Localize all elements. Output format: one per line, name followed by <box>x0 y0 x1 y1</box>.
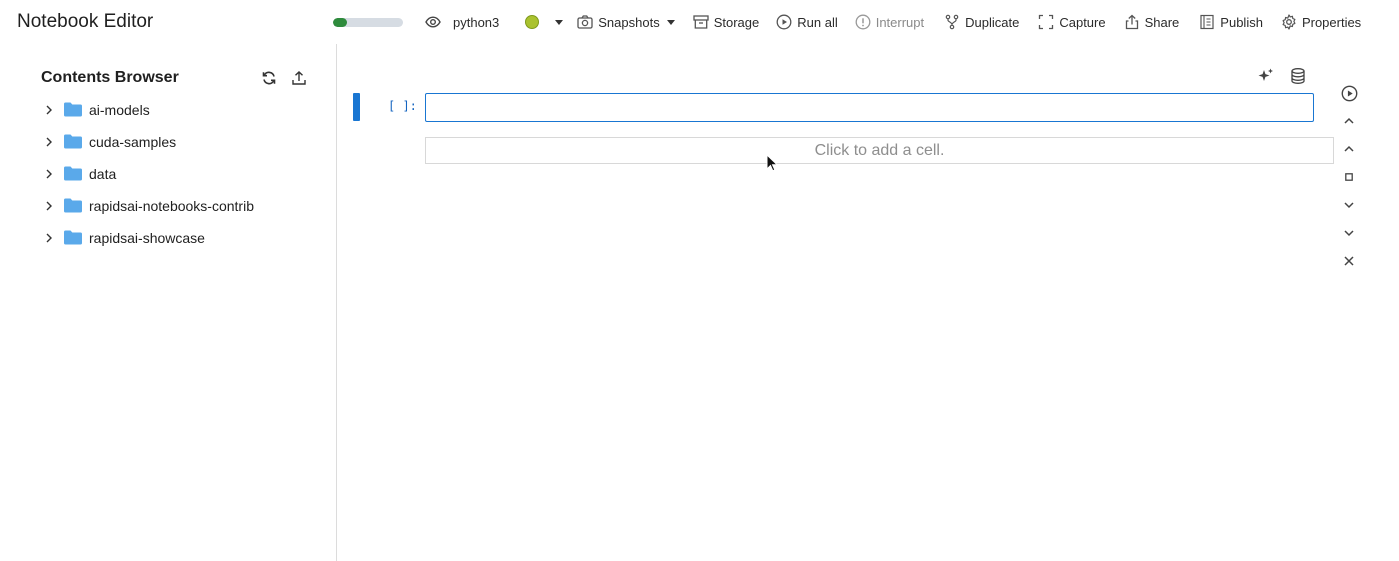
chevron-right-icon <box>46 233 52 243</box>
chevron-up-icon <box>1344 145 1354 152</box>
kernel-name: python3 <box>453 14 500 30</box>
active-cell-indicator <box>353 93 360 121</box>
fork-icon <box>945 14 959 30</box>
capture-frame-icon <box>1039 14 1054 30</box>
kernel-menu-dropdown[interactable] <box>555 9 564 35</box>
duplicate-label: Duplicate <box>965 14 1020 30</box>
interrupt-label: Interrupt <box>875 14 925 30</box>
interrupt-button[interactable]: Interrupt <box>855 9 924 35</box>
chevron-right-icon <box>46 201 52 211</box>
tree-item-rapidsai-notebooks-contrib[interactable]: rapidsai-notebooks-contrib <box>0 190 336 222</box>
add-cell-area[interactable]: Click to add a cell. <box>425 137 1334 164</box>
move-cell-up-button[interactable] <box>1339 111 1359 131</box>
move-cell-down-button[interactable] <box>1339 223 1359 243</box>
kernel-status[interactable] <box>525 9 540 35</box>
share-label: Share <box>1144 14 1180 30</box>
delete-cell-button[interactable] <box>1339 251 1359 271</box>
insert-cell-below-button[interactable] <box>1339 195 1359 215</box>
run-cell-button[interactable] <box>1339 83 1359 103</box>
notebook-toolbar: python3 Snapshots Storage Run all Interr… <box>333 0 1361 44</box>
resource-progress-bar <box>333 17 403 27</box>
archive-icon <box>693 15 709 29</box>
stop-cell-button[interactable] <box>1339 167 1359 187</box>
caret-down-icon <box>666 19 675 25</box>
play-circle-icon <box>776 14 792 30</box>
run-all-button[interactable]: Run all <box>776 9 838 35</box>
square-icon <box>1345 173 1353 181</box>
capture-button[interactable]: Capture <box>1038 9 1106 35</box>
play-circle-icon <box>1341 85 1357 101</box>
kernel-status-dot <box>525 15 540 29</box>
tree-item-data[interactable]: data <box>0 158 336 190</box>
chevron-right-icon <box>46 137 52 147</box>
cell-execution-prompt: [ ]: <box>388 99 417 113</box>
app-title: Notebook Editor <box>17 11 154 32</box>
code-cell-input[interactable] <box>425 93 1314 122</box>
tree-item-ai-models[interactable]: ai-models <box>0 94 336 126</box>
tree-item-label: ai-models <box>89 102 150 118</box>
chevron-down-icon <box>1344 230 1354 237</box>
file-tree: ai-models cuda-samples data rapidsai-not… <box>0 94 336 254</box>
refresh-icon <box>262 71 276 85</box>
share-icon <box>1125 14 1138 30</box>
add-cell-text: Click to add a cell. <box>814 141 945 159</box>
chevron-down-icon <box>1344 202 1354 209</box>
chevron-right-icon <box>46 105 52 115</box>
properties-button[interactable]: Properties <box>1281 9 1361 35</box>
chevron-up-icon <box>1344 117 1354 124</box>
properties-label: Properties <box>1301 14 1362 30</box>
chevron-right-icon <box>46 169 52 179</box>
close-icon <box>1344 256 1354 266</box>
run-all-label: Run all <box>797 14 838 30</box>
folder-icon <box>64 198 82 213</box>
sparkle-icon[interactable] <box>1257 67 1275 85</box>
caret-down-icon <box>555 19 564 25</box>
storage-button[interactable]: Storage <box>693 9 760 35</box>
capture-label: Capture <box>1059 14 1106 30</box>
share-button[interactable]: Share <box>1124 9 1180 35</box>
snapshots-label: Snapshots <box>598 14 660 30</box>
snapshots-button[interactable]: Snapshots <box>577 9 675 35</box>
folder-icon <box>64 230 82 245</box>
camera-icon <box>577 15 593 29</box>
tree-item-label: rapidsai-showcase <box>89 230 205 246</box>
publish-icon <box>1200 14 1214 30</box>
database-icon[interactable] <box>1289 67 1307 85</box>
refresh-button[interactable] <box>259 68 279 88</box>
notebook-editor-area: [ ]: Click to add a cell. <box>338 44 1399 561</box>
publish-button[interactable]: Publish <box>1199 9 1263 35</box>
progress-fill <box>333 17 347 27</box>
tree-item-label: cuda-samples <box>89 134 177 150</box>
storage-label: Storage <box>713 14 760 30</box>
contents-browser-title: Contents Browser <box>41 69 179 86</box>
gear-icon <box>1282 14 1296 30</box>
duplicate-button[interactable]: Duplicate <box>944 9 1019 35</box>
upload-button[interactable] <box>289 68 309 88</box>
folder-icon <box>64 102 82 117</box>
tree-item-label: data <box>89 166 117 182</box>
tree-item-label: rapidsai-notebooks-contrib <box>89 198 254 214</box>
publish-label: Publish <box>1220 14 1263 30</box>
tree-item-rapidsai-showcase[interactable]: rapidsai-showcase <box>0 222 336 254</box>
alert-circle-icon <box>855 14 871 30</box>
folder-icon <box>64 166 82 181</box>
upload-icon <box>292 71 306 85</box>
eye-icon <box>425 16 441 28</box>
tree-item-cuda-samples[interactable]: cuda-samples <box>0 126 336 158</box>
folder-icon <box>64 134 82 149</box>
insert-cell-above-button[interactable] <box>1339 139 1359 159</box>
contents-browser-panel: Contents Browser ai-models cuda-samples … <box>0 44 337 561</box>
kernel-selector[interactable]: python3 <box>425 9 499 35</box>
